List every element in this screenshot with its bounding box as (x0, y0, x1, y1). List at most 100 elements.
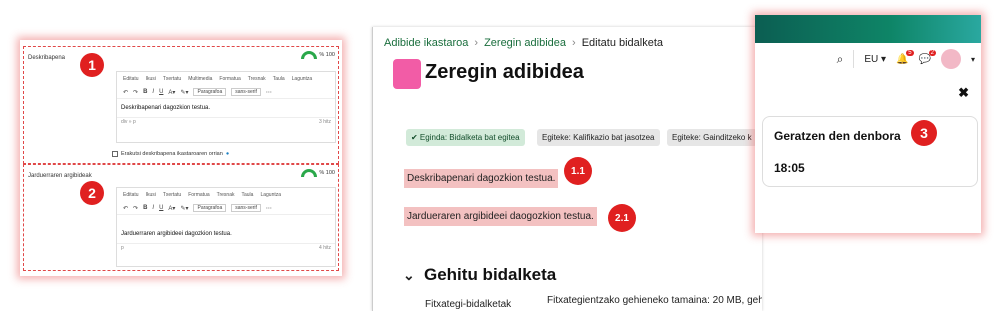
undo-icon[interactable]: ↶ (123, 205, 128, 212)
instructions-text: Jardueraren argibideei daogozkion testua… (404, 207, 597, 226)
undo-icon[interactable]: ↶ (123, 89, 128, 96)
step-badge-3: 3 (911, 120, 937, 146)
completion-chip-grade: Egiteke: Kalifikazio bat jasotzea (537, 129, 660, 146)
message-count: 2 (928, 49, 936, 56)
activity-settings-panel: Deskribapena % 100 Editatu Ikusi Txertat… (20, 40, 342, 276)
divider (853, 50, 855, 68)
instructions-percent: % 100 (319, 170, 335, 176)
chevron-right-icon: › (474, 37, 479, 49)
menu-formatua[interactable]: Formatua (188, 192, 209, 198)
completion-chip-pass: Egiteke: Gainditzeko k (667, 129, 757, 146)
editor-menubar: Editatu Ikusi Txertatu Formatua Tresnak … (117, 188, 335, 202)
menu-tresnak[interactable]: Tresnak (248, 76, 266, 82)
instructions-progress: % 100 (301, 169, 335, 177)
paragraph-select[interactable]: Paragrafoa (193, 204, 227, 212)
step-badge-2-1: 2.1 (608, 204, 636, 232)
menu-multimedia[interactable]: Multimedia (188, 76, 212, 82)
editor-toolbar: ↶ ↷ B I U A▾ ✎▾ Paragrafoa sans-serif ⋯ (117, 86, 335, 99)
step-badge-1: 1 (80, 53, 104, 77)
page-title: Zeregin adibidea (425, 61, 584, 83)
menu-laguntza[interactable]: Laguntza (260, 192, 281, 198)
menu-editatu[interactable]: Editatu (123, 76, 139, 82)
instructions-content[interactable]: Jarduerraren argibideei dagozkion testua… (117, 215, 335, 243)
text-color-icon[interactable]: A▾ (168, 205, 175, 212)
search-icon[interactable]: ⌕ (837, 52, 844, 67)
status-path: div » p (121, 119, 136, 125)
text-color-icon[interactable]: A▾ (168, 89, 175, 96)
menu-taula[interactable]: Taula (242, 192, 254, 198)
instructions-section: Jarduerraren argibideak % 100 Editatu Ik… (23, 164, 339, 271)
menu-txertatu[interactable]: Txertatu (163, 192, 181, 198)
close-icon[interactable]: ✖ (958, 85, 969, 101)
menu-tresnak[interactable]: Tresnak (217, 192, 235, 198)
menu-ikusi[interactable]: Ikusi (146, 76, 156, 82)
completion-chip-done: ✔ Egindа: Bidalketa bat egitea (406, 129, 525, 146)
underline-icon[interactable]: U (159, 89, 163, 95)
more-icon[interactable]: ⋯ (266, 205, 272, 212)
editor-menubar: Editatu Ikusi Txertatu Multimedia Format… (117, 72, 335, 86)
file-submissions-label: Fitxategi-bidalketak (425, 299, 512, 310)
editor-statusbar: p 4 hitz (117, 243, 335, 252)
description-label: Deskribapena (28, 55, 66, 61)
description-section: Deskribapena % 100 Editatu Ikusi Txertat… (23, 46, 339, 164)
progress-arc-icon (301, 169, 318, 177)
italic-icon[interactable]: I (152, 205, 154, 211)
collapse-chevron-icon[interactable]: ⌄ (403, 267, 415, 284)
step-badge-1-1: 1.1 (564, 157, 592, 185)
breadcrumb-assignment[interactable]: Zeregin adibidea (484, 37, 566, 49)
description-progress: % 100 (301, 51, 335, 59)
breadcrumb: Adibide ikastaroa › Zeregin adibidea › E… (384, 37, 663, 49)
timer-panel: ⌕ EU ▾ 🔔 5 💬 2 ▾ ✖ Geratzen den denbora 18… (755, 15, 981, 233)
menu-txertatu[interactable]: Txertatu (163, 76, 181, 82)
description-editor[interactable]: Editatu Ikusi Txertatu Multimedia Format… (116, 71, 336, 143)
highlight-icon[interactable]: ✎▾ (180, 89, 188, 96)
italic-icon[interactable]: I (152, 89, 154, 95)
notifications-icon[interactable]: 🔔 5 (896, 49, 914, 65)
help-icon[interactable]: ● (226, 151, 229, 157)
assignment-page: Adibide ikastaroa › Zeregin adibidea › E… (372, 27, 762, 311)
header-banner (755, 15, 981, 43)
editor-toolbar: ↶ ↷ B I U A▾ ✎▾ Paragrafoa sans-serif ⋯ (117, 202, 335, 215)
menu-taula[interactable]: Taula (273, 76, 285, 82)
step-badge-2: 2 (80, 181, 104, 205)
menu-ikusi[interactable]: Ikusi (146, 192, 156, 198)
instructions-editor[interactable]: Editatu Ikusi Txertatu Formatua Tresnak … (116, 187, 336, 267)
breadcrumb-current: Editatu bidalketa (581, 37, 664, 49)
status-path: p (121, 245, 124, 251)
more-icon[interactable]: ⋯ (266, 89, 272, 96)
file-limits-info: Fitxategientzako gehieneko tamaina: 20 M… (547, 295, 762, 306)
redo-icon[interactable]: ↷ (133, 205, 138, 212)
paragraph-select[interactable]: Paragrafoa (193, 88, 227, 96)
chevron-down-icon[interactable]: ▾ (971, 55, 975, 64)
chevron-right-icon: › (572, 37, 576, 49)
messages-icon[interactable]: 💬 2 (919, 49, 936, 65)
notification-count: 5 (906, 49, 914, 56)
menu-editatu[interactable]: Editatu (123, 192, 139, 198)
menu-formatua[interactable]: Formatua (219, 76, 240, 82)
font-select[interactable]: sans-serif (231, 88, 261, 96)
description-content[interactable]: Deskribapenari dagozkion testua. (117, 99, 335, 117)
redo-icon[interactable]: ↷ (133, 89, 138, 96)
timer-value: 18:05 (774, 161, 805, 175)
section-title: Gehitu bidalketa (424, 265, 557, 284)
description-percent: % 100 (319, 52, 335, 58)
assignment-icon (393, 59, 421, 89)
timer-card: Geratzen den denbora 18:05 (762, 116, 978, 187)
breadcrumb-course[interactable]: Adibide ikastaroa (384, 37, 468, 49)
description-text: Deskribapenari dagozkion testua. (404, 169, 559, 188)
bold-icon[interactable]: B (143, 89, 147, 95)
word-count: 4 hitz (319, 245, 331, 251)
show-description-checkbox[interactable] (112, 151, 118, 157)
top-navbar: ⌕ EU ▾ 🔔 5 💬 2 ▾ (755, 43, 981, 75)
bold-icon[interactable]: B (143, 205, 147, 211)
timer-title: Geratzen den denbora (774, 129, 901, 143)
avatar[interactable] (940, 49, 961, 69)
word-count: 3 hitz (319, 119, 331, 125)
editor-statusbar: div » p 3 hitz (117, 117, 335, 126)
progress-arc-icon (301, 51, 318, 59)
menu-laguntza[interactable]: Laguntza (292, 76, 313, 82)
highlight-icon[interactable]: ✎▾ (180, 205, 188, 212)
language-menu[interactable]: EU ▾ (864, 54, 886, 65)
underline-icon[interactable]: U (159, 205, 163, 211)
font-select[interactable]: sans-serif (231, 204, 261, 212)
